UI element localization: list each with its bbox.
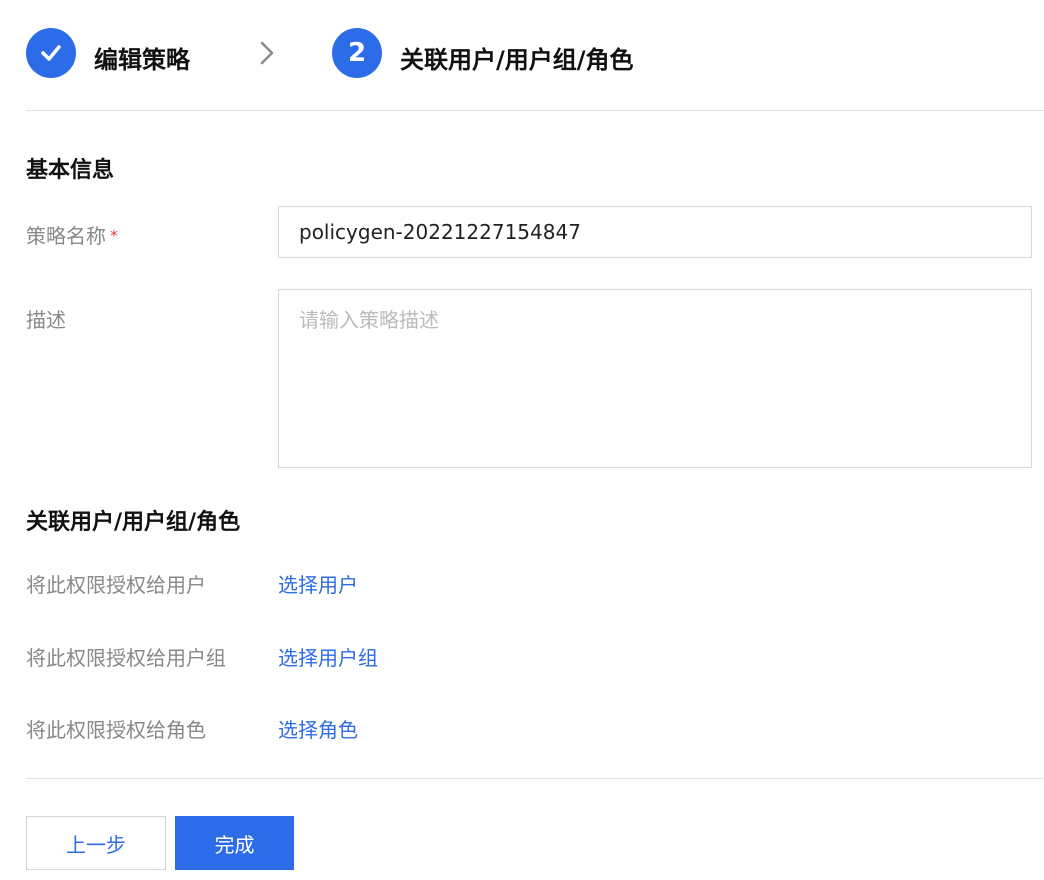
select-user-link[interactable]: 选择用户 <box>278 569 358 598</box>
previous-step-button[interactable]: 上一步 <box>26 816 166 870</box>
grant-to-group-label: 将此权限授权给用户组 <box>26 646 226 670</box>
check-icon <box>41 45 61 61</box>
association-heading: 关联用户/用户组/角色 <box>26 510 241 535</box>
step-1-title: 编辑策略 <box>94 46 190 74</box>
required-mark: * <box>110 226 118 245</box>
steps-bar: 编辑策略 2 关联用户/用户组/角色 <box>26 28 1026 80</box>
footer-divider <box>26 778 1044 779</box>
policy-name-label: 策略名称 * <box>26 220 118 249</box>
done-button[interactable]: 完成 <box>175 816 294 870</box>
grant-to-user-label: 将此权限授权给用户 <box>26 573 206 597</box>
basic-info-heading: 基本信息 <box>26 158 115 183</box>
policy-name-label-text: 策略名称 <box>26 224 106 248</box>
select-role-link[interactable]: 选择角色 <box>278 714 358 743</box>
description-textarea[interactable] <box>278 289 1032 468</box>
header-divider <box>26 110 1044 111</box>
policy-name-input[interactable] <box>278 206 1032 258</box>
step-1-completed-badge <box>26 28 76 78</box>
policy-wizard-page: 编辑策略 2 关联用户/用户组/角色 基本信息 策略名称* 描述 关联用户/用户… <box>0 0 1044 880</box>
description-label: 描述 <box>26 308 66 332</box>
grant-to-role-label: 将此权限授权给角色 <box>26 718 206 742</box>
step-2-title: 关联用户/用户组/角色 <box>400 46 634 74</box>
select-user-group-link[interactable]: 选择用户组 <box>278 642 378 671</box>
step-2-number-badge: 2 <box>332 28 382 78</box>
chevron-right-icon <box>260 41 274 65</box>
